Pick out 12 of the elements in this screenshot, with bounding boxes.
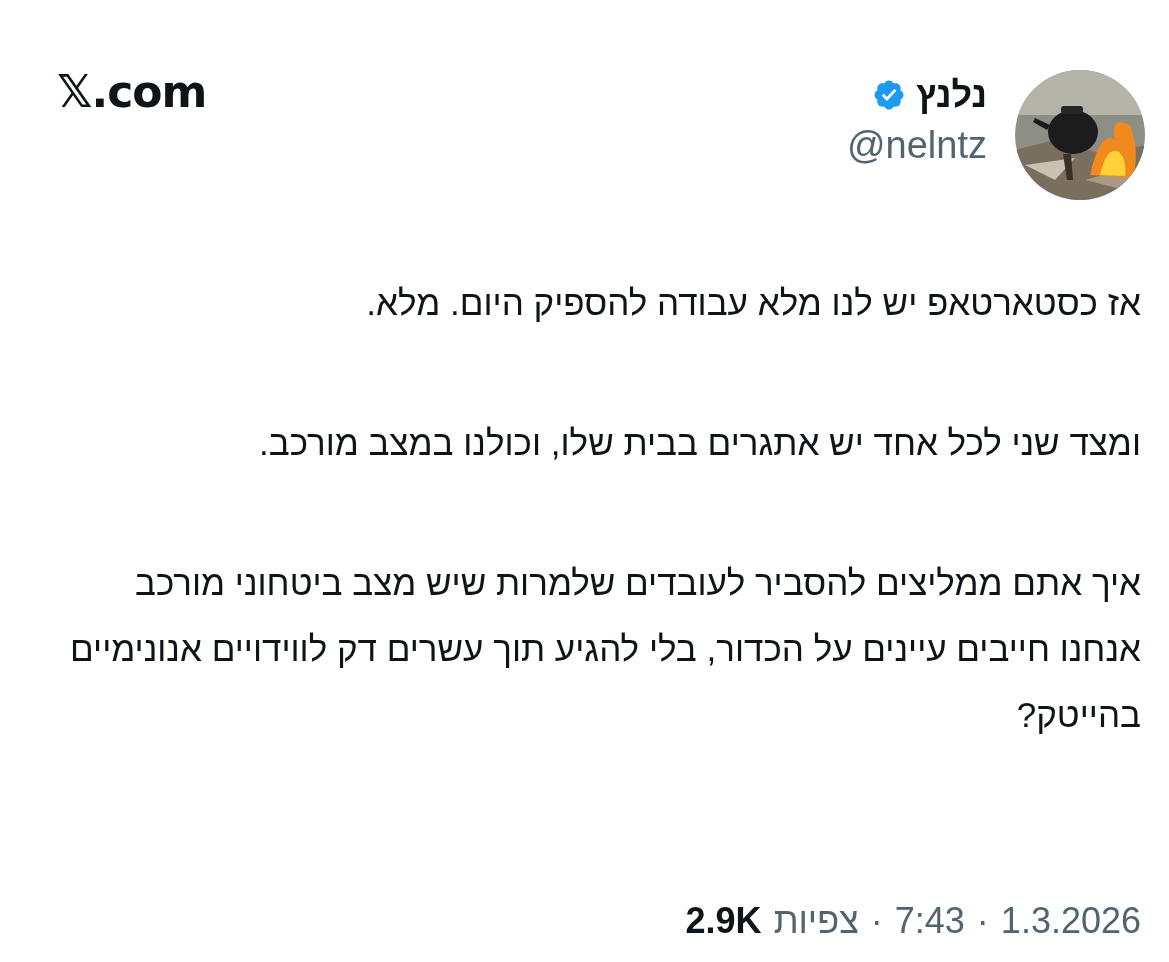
views-label: צפיות [773, 900, 859, 942]
views-count: 2.9K [685, 900, 762, 942]
tweet-paragraph: איך אתם ממליצים להסביר לעובדים שלמרות שיש מצב ביטחוני מורכב אנחנו חייבים עיינים על הכדור, בלי להגיע תוך עשרים דק לווידויים אנונימיים בהייטק? [69, 562, 1141, 736]
post-date: 1.3.2026 [1000, 900, 1141, 942]
author-handle[interactable]: @nelntz [847, 124, 987, 167]
separator-dot: · [870, 900, 883, 942]
author-name[interactable]: נלנץ [916, 74, 987, 116]
site-label: 𝕏.com [57, 66, 207, 117]
separator-dot: · [976, 900, 989, 942]
tweet-paragraph: ומצד שני לכל אחד יש אתגרים בבית שלו, וכולנו במצב מורכב. [258, 422, 1141, 464]
tweet-paragraph: אז כסטארטאפ יש לנו מלא עבודה להספיק היום. מלא. [365, 282, 1141, 324]
post-time: 7:43 [894, 900, 965, 942]
